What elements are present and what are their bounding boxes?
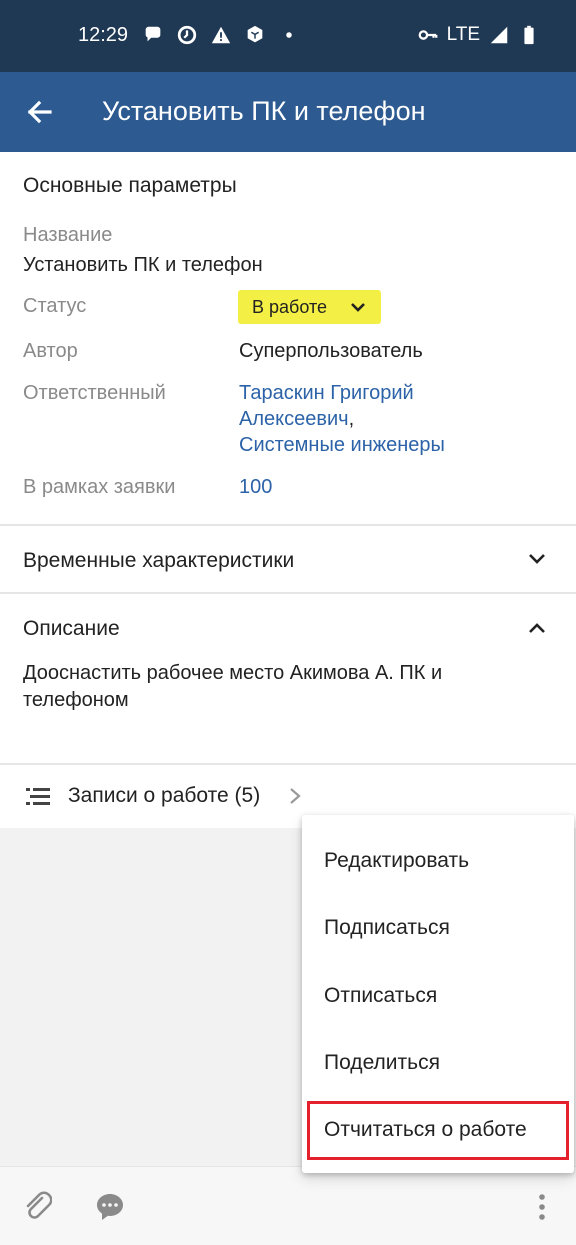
dot-icon [286, 32, 292, 38]
author-label: Автор [23, 340, 78, 362]
divider [0, 592, 576, 594]
responsible-person-link-line2[interactable]: Алексеевич, [239, 408, 354, 431]
paperclip-icon[interactable] [22, 1190, 52, 1222]
request-label: В рамках заявки [23, 476, 176, 498]
status-time: 12:29 [78, 24, 129, 46]
battery-icon [524, 25, 534, 45]
divider [0, 524, 576, 526]
clock-icon [177, 25, 197, 45]
menu-item-edit[interactable]: Редактировать [324, 849, 469, 873]
status-dropdown[interactable]: В работе [238, 290, 381, 324]
section-title-main-params: Основные параметры [23, 174, 237, 197]
status-value: В работе [252, 296, 328, 317]
chevron-down-icon [529, 554, 545, 564]
menu-item-unsubscribe[interactable]: Отписаться [324, 984, 437, 1008]
section-title-time: Временные характеристики [23, 549, 295, 572]
name-label: Название [23, 224, 113, 246]
network-type: LTE [446, 24, 480, 45]
shield-icon [247, 25, 263, 43]
signal-icon [490, 26, 508, 44]
app-bar: Установить ПК и телефон [0, 72, 576, 152]
chevron-right-icon [290, 788, 301, 804]
name-value: Установить ПК и телефон [23, 254, 263, 276]
author-value: Суперпользователь [239, 340, 423, 362]
key-icon [418, 30, 437, 40]
warning-icon [211, 26, 231, 44]
work-records-label: Записи о работе (5) [68, 784, 261, 807]
back-arrow-icon[interactable] [20, 92, 60, 132]
status-label: Статус [23, 295, 87, 317]
divider [0, 763, 576, 765]
bottom-toolbar [0, 1166, 576, 1245]
description-text-line1: Дооснастить рабочее место Акимова А. ПК … [23, 662, 443, 684]
list-icon [26, 788, 50, 805]
chevron-down-icon [351, 303, 365, 312]
chat-bubble-icon [145, 26, 161, 42]
comment-icon[interactable] [95, 1192, 125, 1222]
responsible-label: Ответственный [23, 382, 166, 404]
page-title: Установить ПК и телефон [102, 96, 426, 126]
notification-icons [142, 24, 300, 46]
responsible-person-link-line1[interactable]: Тараскин Григорий [239, 382, 414, 405]
section-title-description: Описание [23, 617, 120, 640]
status-bar: 12:29 LTE [0, 0, 576, 72]
menu-item-subscribe[interactable]: Подписаться [324, 916, 450, 940]
description-text-line2: телефоном [23, 689, 129, 711]
system-icons: LTE [417, 24, 540, 46]
menu-item-share[interactable]: Поделиться [324, 1051, 440, 1075]
responsible-group-link[interactable]: Системные инженеры [239, 434, 445, 457]
request-link[interactable]: 100 [239, 476, 272, 499]
more-vertical-icon[interactable] [532, 1193, 552, 1221]
highlight-box [307, 1101, 569, 1160]
chevron-up-icon [529, 623, 545, 633]
